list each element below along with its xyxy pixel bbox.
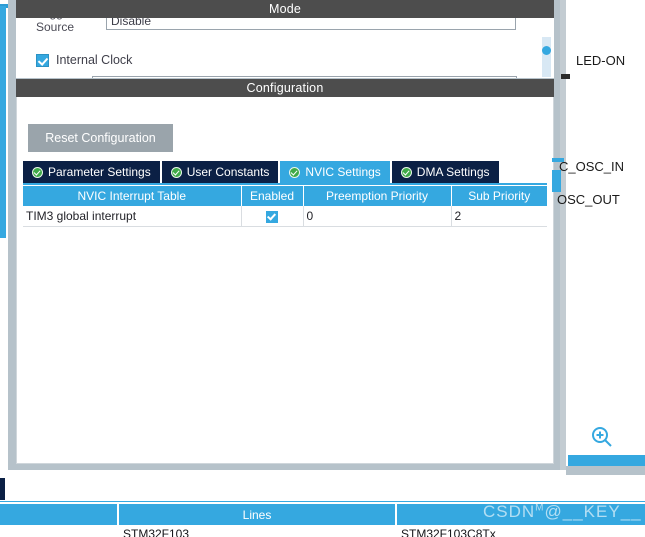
mode-panel-body: Trigger Source Disable Internal Clock Ch… <box>16 18 554 78</box>
zoom-in-icon-svg <box>592 427 612 447</box>
zoom-in-magnifier-icon[interactable] <box>590 425 614 449</box>
channel1-combo[interactable]: Disable <box>92 75 517 78</box>
check-circle-icon <box>170 166 182 178</box>
internal-clock-row[interactable]: Internal Clock <box>36 53 132 67</box>
zoom-slider-shadow <box>566 466 645 475</box>
pin-tick-osc-out <box>552 170 561 192</box>
tab-nvic-settings[interactable]: NVIC Settings <box>280 161 390 183</box>
pin-label-osc-in: C_OSC_IN <box>559 159 625 174</box>
lines-column-header-blank-left[interactable] <box>0 504 119 525</box>
lines-cell-line: STM32F103 <box>118 525 397 537</box>
configuration-panel-title: Configuration <box>16 79 554 97</box>
cell-enabled[interactable] <box>241 206 304 227</box>
trigger-source-row: Trigger Source Disable <box>16 18 554 34</box>
tab-label: NVIC Settings <box>305 165 381 179</box>
configuration-panel-body: Reset Configuration Parameter Settings U… <box>16 97 554 464</box>
bottom-filter-bar <box>0 476 645 502</box>
pin-label-osc-out: OSC_OUT <box>557 192 620 207</box>
zoom-slider-track[interactable] <box>568 455 645 466</box>
tab-user-constants[interactable]: User Constants <box>161 161 279 183</box>
pin-label-led-on: LED-ON <box>576 53 626 68</box>
pin-tick-osc-in <box>552 158 564 162</box>
tab-label: DMA Settings <box>416 165 490 179</box>
configuration-panel: Configuration Reset Configuration Parame… <box>16 79 554 464</box>
tab-parameter-settings[interactable]: Parameter Settings <box>23 161 160 183</box>
watermark-prefix: CSDN <box>483 502 536 521</box>
internal-clock-label: Internal Clock <box>56 53 133 67</box>
column-header-preemption-priority[interactable]: Preemption Priority <box>303 186 452 206</box>
tab-dma-settings[interactable]: DMA Settings <box>391 161 499 183</box>
bottom-panel-tab-marker[interactable] <box>0 478 5 500</box>
trigger-source-combo[interactable]: Disable <box>106 18 516 30</box>
mode-scrollbar-thumb[interactable] <box>542 46 551 55</box>
pin-tick-led-on <box>561 74 570 79</box>
interrupt-enabled-checkbox[interactable] <box>266 210 278 223</box>
table-row[interactable]: TIM3 global interrupt 0 2 <box>23 206 547 227</box>
tabs-underline <box>23 183 547 185</box>
lines-cell-part: STM32F103C8Tx <box>396 525 645 537</box>
channel1-row: Channel1 Disable <box>16 74 554 78</box>
mode-panel-title: Mode <box>16 0 554 18</box>
tree-scrollbar-thumb[interactable] <box>0 6 6 238</box>
cell-interrupt-name: TIM3 global interrupt <box>23 206 242 227</box>
watermark-superscript: M <box>535 502 545 514</box>
cell-preemption-priority[interactable]: 0 <box>303 206 452 227</box>
internal-clock-checkbox[interactable] <box>36 53 49 67</box>
tab-label: User Constants <box>186 165 270 179</box>
watermark-suffix: @__KEY__ <box>544 502 642 521</box>
table-header-row: NVIC Interrupt Table Enabled Preemption … <box>23 186 547 206</box>
column-header-sub-priority[interactable]: Sub Priority <box>451 186 547 206</box>
csdn-watermark: CSDNM@__KEY__ <box>483 502 642 522</box>
cubemx-screenshot-root: Mode Trigger Source Disable Internal Clo… <box>0 0 645 537</box>
nvic-interrupt-table: NVIC Interrupt Table Enabled Preemption … <box>23 186 547 227</box>
reset-configuration-button[interactable]: Reset Configuration <box>28 124 173 152</box>
check-circle-icon <box>32 166 43 178</box>
column-header-nvic-interrupt-table[interactable]: NVIC Interrupt Table <box>23 186 242 206</box>
mode-panel: Mode Trigger Source Disable Internal Clo… <box>16 0 554 78</box>
lines-cell-left <box>0 525 119 537</box>
panel-chassis-right-edge <box>560 0 566 470</box>
lines-table-row[interactable]: STM32F103 STM32F103C8Tx <box>0 525 645 537</box>
tab-label: Parameter Settings <box>48 165 151 179</box>
column-header-enabled[interactable]: Enabled <box>241 186 304 206</box>
mode-scrollbar-track[interactable] <box>542 37 551 77</box>
check-circle-icon <box>289 166 301 178</box>
lines-column-header-lines[interactable]: Lines <box>118 504 397 525</box>
configuration-tabs: Parameter Settings User Constants NVIC S… <box>23 161 547 183</box>
trigger-source-label: Trigger Source <box>36 18 75 34</box>
cell-sub-priority[interactable]: 2 <box>451 206 547 227</box>
check-circle-icon <box>400 166 412 178</box>
